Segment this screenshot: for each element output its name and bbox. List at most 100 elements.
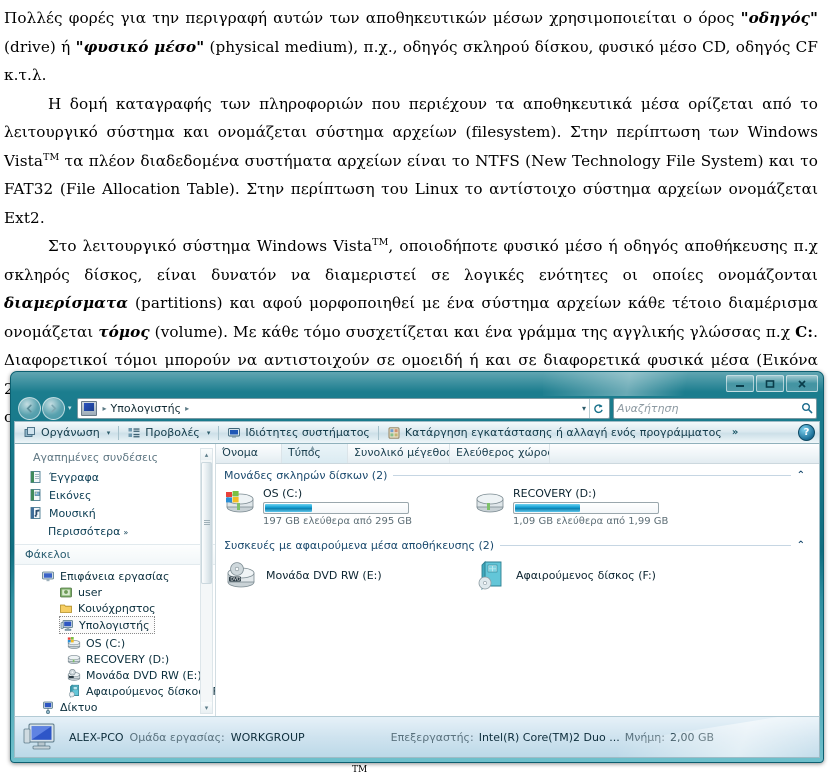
close-button[interactable] bbox=[786, 375, 818, 392]
drive-name-recovery-d: RECOVERY (D:) bbox=[513, 487, 597, 500]
computer-icon bbox=[80, 400, 97, 416]
toolbar-item-system-properties[interactable]: Ιδιότητες συστήματος bbox=[221, 423, 376, 442]
tree-item[interactable]: Επιφάνεια εργασίας bbox=[15, 568, 215, 584]
sidebar-item-music[interactable]: Μουσική bbox=[15, 504, 215, 522]
double-chevron-icon: » bbox=[123, 528, 129, 537]
drive-info-recovery-d: RECOVERY (D:) 1,09 GB ελεύθερα από 1,99 … bbox=[513, 486, 668, 527]
sidebar-label-pictures: Εικόνες bbox=[49, 488, 92, 502]
address-bar[interactable]: ▸ Υπολογιστής ▸ ▾ bbox=[76, 397, 610, 419]
search-input[interactable]: Αναζήτηση bbox=[613, 397, 817, 419]
user-folder-icon bbox=[59, 585, 73, 599]
tree-item[interactable]: Μονάδα DVD RW (E:) bbox=[15, 667, 215, 683]
tree-item-label: Αφαιρούμενος δίσκος (F:) bbox=[86, 684, 216, 698]
drive-icon bbox=[476, 493, 504, 513]
column-header-filler bbox=[550, 444, 819, 463]
folder-tree-scrollbar[interactable]: ▴ ▾ bbox=[200, 448, 213, 714]
folders-label: Φάκελοι bbox=[25, 548, 71, 561]
column-label-total-size: Συνολικό μέγεθος bbox=[354, 446, 450, 459]
search-icon[interactable] bbox=[801, 402, 813, 414]
forward-button[interactable] bbox=[42, 396, 65, 420]
toolbar-item-views[interactable]: Προβολές ▾ bbox=[121, 423, 216, 442]
paragraph-2: Η δομή καταγραφής των πληροφοριών που πε… bbox=[4, 90, 818, 233]
folder-tree: Επιφάνεια εργασίας user Κοινόχρηστος Υπολογ… bbox=[15, 565, 215, 715]
tree-item[interactable]: user bbox=[15, 584, 215, 600]
column-header-free-space[interactable]: Ελεύθερος χώρος bbox=[450, 444, 550, 463]
sidebar-item-more[interactable]: Περισσότερα» bbox=[15, 522, 215, 541]
group-divider-line bbox=[393, 475, 791, 476]
tree-item-label: Υπολογιστής bbox=[79, 618, 150, 632]
drive-name-removable-f: Αφαιρούμενος δίσκος (F:) bbox=[516, 568, 656, 582]
document-text-body: Πολλές φορές για την περιγραφή αυτών των… bbox=[0, 0, 824, 432]
organize-icon bbox=[24, 426, 35, 437]
refresh-button[interactable] bbox=[589, 398, 607, 418]
tree-item[interactable]: Κοινόχρηστος bbox=[15, 600, 215, 616]
breadcrumb-item-computer[interactable]: Υπολογιστής bbox=[111, 402, 182, 415]
group-divider-line-2 bbox=[500, 545, 791, 546]
computer-icon bbox=[23, 723, 55, 750]
tree-item[interactable]: Αφαιρούμενος δίσκος (F:) bbox=[15, 683, 215, 699]
tree-item[interactable]: Δίκτυο bbox=[15, 699, 215, 715]
status-memory-label: Μνήμη: bbox=[624, 730, 665, 744]
sidebar-item-documents[interactable]: Έγγραφα bbox=[15, 468, 215, 486]
folders-section-header[interactable]: Φάκελοι ⌄ bbox=[15, 544, 215, 565]
column-header-name[interactable]: Όνομα bbox=[216, 444, 282, 463]
tree-item-label: Επιφάνεια εργασίας bbox=[60, 569, 170, 583]
chevron-down-icon[interactable]: ▾ bbox=[107, 429, 111, 437]
scrollbar-thumb[interactable] bbox=[201, 462, 212, 584]
status-computer-group: ALEX-PCO Ομάδα εργασίας: WORKGROUP bbox=[69, 731, 305, 744]
back-arrow-icon bbox=[26, 404, 32, 412]
tree-item[interactable]: Υπολογιστής bbox=[59, 616, 155, 634]
sort-ascending-icon: ▴ bbox=[310, 444, 315, 452]
toolbar-item-uninstall-program[interactable]: Κατάργηση εγκατάστασης ή αλλαγή ενός προ… bbox=[381, 423, 728, 442]
window-title-bar[interactable] bbox=[14, 374, 820, 396]
tree-item-label: Δίκτυο bbox=[60, 700, 98, 714]
figure-tm-mark: TM bbox=[352, 765, 368, 775]
pictures-icon bbox=[30, 489, 41, 501]
help-button[interactable]: ? bbox=[798, 424, 815, 441]
text-run: τόμος bbox=[98, 322, 150, 341]
drive-item-removable-f[interactable]: Αφαιρούμενος δίσκος (F:) bbox=[474, 559, 724, 591]
sidebar-label-music: Μουσική bbox=[49, 506, 96, 520]
scroll-down-button[interactable]: ▾ bbox=[201, 702, 212, 713]
network-icon bbox=[41, 700, 55, 714]
toolbar-separator-3 bbox=[377, 425, 379, 440]
tree-item[interactable]: OS (C:) bbox=[15, 635, 215, 651]
sidebar-item-pictures[interactable]: Εικόνες bbox=[15, 486, 215, 504]
text-run: "φυσικό μέσο" bbox=[75, 37, 205, 56]
group-header-removable[interactable]: Συσκευές με αφαιρούμενα μέσα αποθήκευσης… bbox=[216, 534, 819, 552]
column-label-name: Όνομα bbox=[222, 446, 259, 459]
tree-item-label: Μονάδα DVD RW (E:) bbox=[86, 668, 202, 682]
toolbar-separator-2 bbox=[218, 425, 220, 440]
text-run: διαμερίσματα bbox=[4, 294, 129, 312]
address-dropdown-icon[interactable]: ▾ bbox=[582, 404, 589, 413]
command-toolbar: Οργάνωση ▾ Προβολές ▾ Ιδιότητες συστήματ… bbox=[14, 421, 820, 444]
drive-usage-fill-os-c bbox=[265, 504, 312, 512]
scrollbar-grip bbox=[203, 520, 210, 526]
history-dropdown-icon[interactable]: ▾ bbox=[68, 404, 72, 412]
column-header-total-size[interactable]: Συνολικό μέγεθος bbox=[348, 444, 450, 463]
column-header-type[interactable]: ▴ Τύπος bbox=[282, 444, 348, 463]
scroll-up-button[interactable]: ▴ bbox=[201, 449, 212, 460]
status-processor-value: Intel(R) Core(TM)2 Duo ... bbox=[478, 730, 620, 744]
chevron-right-icon-2[interactable]: ▸ bbox=[185, 404, 189, 413]
group-collapse-icon[interactable]: ⌃ bbox=[797, 470, 805, 481]
drive-item-dvd-e[interactable]: DVD Μονάδα DVD RW (E:) bbox=[224, 559, 474, 591]
drive-icon bbox=[67, 652, 81, 666]
drive-item-recovery-d[interactable]: RECOVERY (D:) 1,09 GB ελεύθερα από 1,99 … bbox=[474, 486, 724, 527]
text-run: (volume). Με κάθε τόμο συσχετίζεται και … bbox=[149, 322, 796, 341]
toolbar-label-views: Προβολές bbox=[145, 426, 200, 439]
minimize-icon bbox=[736, 384, 744, 387]
back-button[interactable] bbox=[18, 396, 41, 420]
maximize-button[interactable] bbox=[756, 375, 784, 392]
status-workgroup-value: WORKGROUP bbox=[230, 730, 305, 744]
toolbar-overflow-button[interactable]: » bbox=[728, 427, 742, 438]
group-collapse-icon-2[interactable]: ⌃ bbox=[797, 540, 805, 551]
tree-item[interactable]: RECOVERY (D:) bbox=[15, 651, 215, 667]
minimize-button[interactable] bbox=[726, 375, 754, 392]
drive-item-os-c[interactable]: OS (C:) 197 GB ελεύθερα από 295 GB bbox=[224, 486, 474, 527]
chevron-down-icon-2[interactable]: ▾ bbox=[207, 429, 211, 437]
toolbar-item-organize[interactable]: Οργάνωση ▾ bbox=[17, 423, 116, 442]
windows-drive-icon bbox=[67, 636, 81, 650]
group-header-hard-drives[interactable]: Μονάδες σκληρών δίσκων (2) ⌃ bbox=[216, 464, 819, 482]
status-workgroup-label: Ομάδα εργασίας: bbox=[129, 730, 225, 744]
